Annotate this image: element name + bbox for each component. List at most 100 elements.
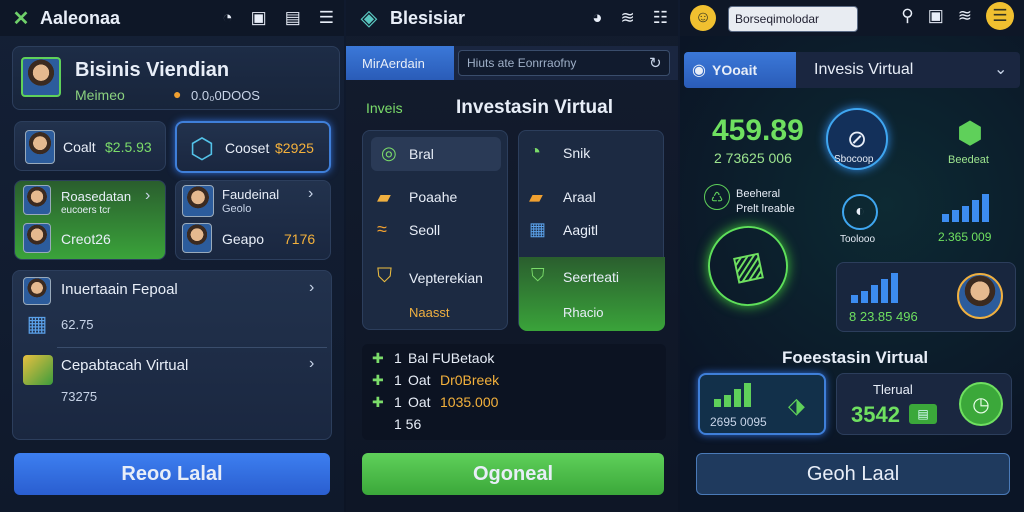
tab-active[interactable]: MirAerdain (346, 46, 454, 80)
search-icon[interactable]: ⚲ (901, 6, 913, 30)
tile-coalt[interactable]: Coalt $2.5.93 (14, 121, 166, 171)
menu-icon[interactable]: ☰ (986, 2, 1014, 30)
tile-line1: Roasedatan (61, 189, 132, 204)
tile-cooset[interactable]: ⬡ Cooset $2925 (175, 121, 331, 173)
app-logo-icon: ◈ (360, 5, 378, 30)
section-title: Foeestasin Virtual (782, 348, 929, 367)
avatar (182, 185, 214, 217)
column-footer: Rhacio (563, 305, 604, 320)
tx-qty: 1 (394, 394, 402, 410)
tile-value: $2.5.93 (105, 139, 152, 155)
app-title: Aaleonaa (40, 7, 121, 28)
plus-icon: ✚ (372, 372, 384, 388)
tx-accent: Dr0Breek (440, 372, 500, 388)
search-input[interactable]: Hiuts ate Eonrraofny ↻ (458, 50, 670, 76)
bar-chart-icon (851, 273, 901, 305)
tab-active[interactable]: ◉ YOoait (684, 52, 796, 88)
clock-icon[interactable]: ◕ (592, 8, 602, 28)
menu-item-label[interactable]: Vepterekian (409, 270, 483, 286)
primary-button[interactable]: Ogoneal (362, 453, 664, 495)
menu-item-active[interactable]: ◎ Bral (371, 137, 501, 171)
avatar (957, 273, 1003, 319)
chart-icon: ◔ (529, 141, 542, 163)
tile-faudeinal[interactable]: Faudeinal Geolo › Geapo 7176 (175, 180, 331, 260)
stats-card[interactable]: 8 23.85 496 (836, 262, 1016, 332)
bottom-card-a[interactable]: 2695 0095 ⬗ (698, 373, 826, 435)
menu-item-label[interactable]: Araal (563, 189, 596, 205)
menu-icon[interactable]: ☰ (319, 8, 334, 28)
primary-button[interactable]: Reoo Lalal (14, 453, 330, 495)
top-bar: ☺ Borseqimolodar ⚲ ▣ ≋ ☰ (680, 0, 1024, 36)
profile-card[interactable]: Bisinis Viendian Meimeo ● 0.0₀0DOOS (12, 46, 340, 110)
highlight-block[interactable]: ⛉ Seerteati Rhacio (519, 257, 665, 331)
tile-roasedatan[interactable]: Roasedatan eucoers tcr › Creot26 (14, 180, 166, 260)
chevron-right-icon: › (145, 187, 151, 204)
coin-balance: 0.0₀0DOOS (191, 88, 260, 103)
avatar (25, 130, 55, 164)
divider (57, 347, 327, 348)
wifi-icon[interactable]: ≋ (958, 6, 972, 30)
chat-icon[interactable]: ◔ (222, 8, 232, 28)
column-footer: Naasst (409, 305, 450, 320)
shield-icon: ⛉ (531, 265, 545, 285)
smiley-icon: ☺ (690, 5, 716, 31)
bottom-card-b[interactable]: Tlerual 3542 ▤ ◷ (836, 373, 1012, 435)
profile-sub: Meimeo (75, 87, 125, 103)
document-icon[interactable]: ▨ (700, 218, 796, 314)
avatar (23, 185, 51, 215)
camera-icon[interactable]: ▣ (928, 6, 944, 30)
coin-icon: ● (173, 86, 182, 102)
chevron-right-icon: › (309, 279, 315, 296)
menu-item-label[interactable]: Snik (563, 145, 590, 161)
list-item-title: Cepabtacah Virtual (61, 357, 189, 374)
menu-item-label[interactable]: Poaahe (409, 189, 457, 205)
list-item-value: 73275 (61, 389, 98, 404)
tile-label: Coalt (63, 139, 96, 155)
bottom-card-value: 2695 0095 (710, 415, 767, 429)
bottom-card-title: Tlerual (873, 382, 913, 397)
box-icon: ▦ (26, 311, 48, 336)
avatar (182, 223, 212, 253)
menu-item-label[interactable]: Aagitl (563, 222, 598, 238)
list-card: Inuertaain Fepoal › ▦ 62.75 Cepabtacah V… (12, 270, 332, 440)
transaction-list: ✚ 1 Bal FUBetaok ✚ 1 Oat Dr0Breek ✚ 1 Oa… (362, 344, 666, 440)
panel-investasi: ◈ Blesisiar ◕ ≋ ☷ MirAerdain Hiuts ate E… (346, 0, 678, 512)
save-icon[interactable]: ▤ (285, 8, 301, 28)
list-item[interactable]: Inuertaain Fepoal › ▦ 62.75 (13, 271, 333, 349)
tile-value: $2925 (275, 140, 314, 156)
wifi-icon[interactable]: ≋ (621, 8, 635, 28)
search-input[interactable]: Borseqimolodar (728, 6, 858, 32)
tab-label: MirAerdain (362, 56, 425, 71)
tx-text: Bal FUBetaok (408, 350, 495, 366)
big-sub: 2 73625 006 (714, 150, 792, 166)
tab-title[interactable]: Invesis Virtual (814, 61, 913, 79)
menu-item-label: Bral (409, 146, 434, 162)
tile-label: Geapo (222, 231, 265, 247)
section-label: Inveis (366, 100, 403, 116)
list-item-title: Inuertaain Fepoal (61, 281, 178, 298)
timer-icon: ◷ (959, 382, 1003, 426)
coin-icon: ◉ (692, 62, 706, 79)
search-text: Hiuts ate Eonrraofny (467, 56, 577, 70)
menu-item-label[interactable]: Seoll (409, 222, 440, 238)
top-bar: ◈ Blesisiar ◕ ≋ ☷ (346, 0, 678, 36)
primary-button[interactable]: Geoh Laal (696, 453, 1010, 495)
gift-icon[interactable]: ▣ (251, 8, 267, 28)
panel-portfolio: ✕ Aaleonaa ◔ ▣ ▤ ☰ Bisinis Viendian Meim… (0, 0, 344, 512)
chevron-right-icon: › (308, 185, 314, 202)
tx-text: 1 56 (394, 416, 422, 432)
list-item[interactable]: Cepabtacah Virtual › 73275 (13, 349, 333, 439)
chevron-down-icon[interactable]: ⌄ (994, 59, 1007, 79)
folder-icon: ▰ (377, 187, 391, 207)
big-value: 459.89 (712, 114, 804, 147)
avatar (23, 223, 51, 253)
tx-qty: 1 (394, 350, 402, 366)
tile-line1: Faudeinal (222, 187, 280, 202)
list-icon[interactable]: ☷ (653, 8, 668, 28)
tx-accent: 1035.000 (440, 394, 499, 410)
menu-item-label: Seerteati (563, 269, 620, 285)
refresh-icon[interactable]: ↻ (649, 54, 662, 72)
tile-value: Creot26 (61, 231, 111, 247)
wave-icon: ≈ (377, 219, 387, 239)
app-root: ✕ Aaleonaa ◔ ▣ ▤ ☰ Bisinis Viendian Meim… (0, 0, 1024, 512)
